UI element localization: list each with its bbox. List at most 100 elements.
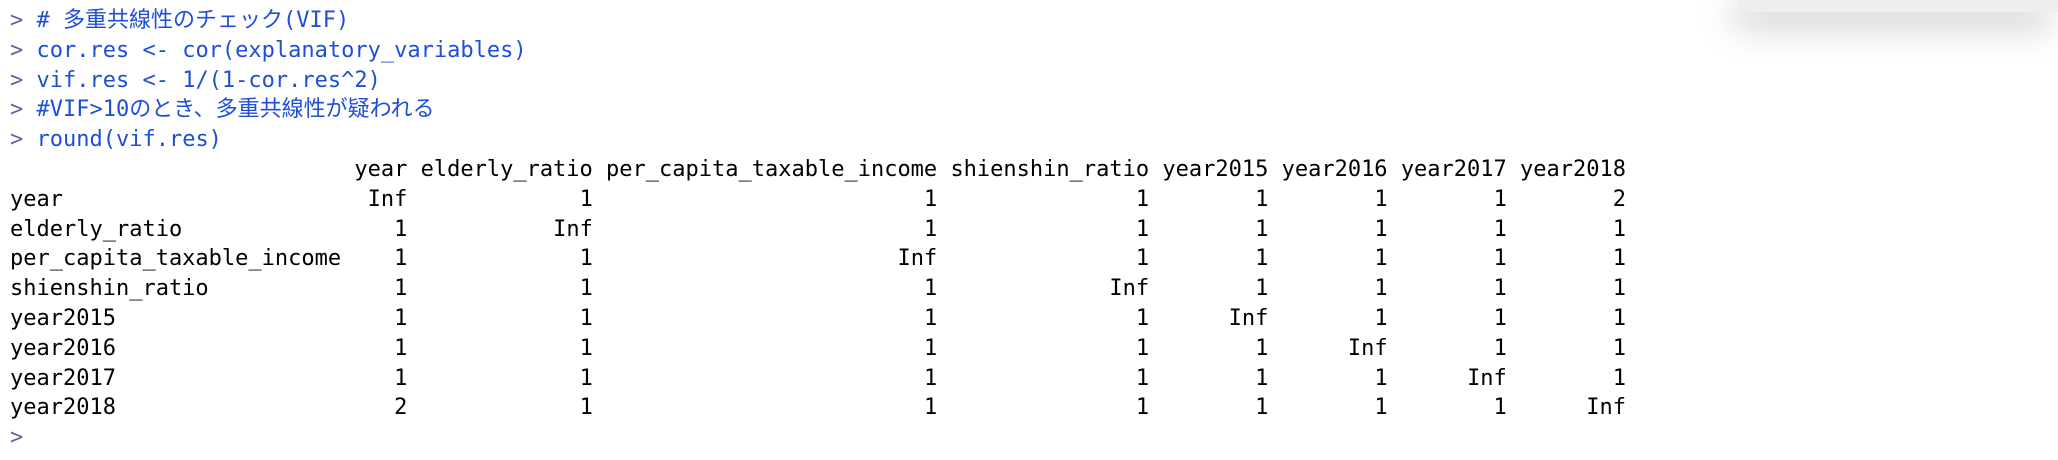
table-cell: 1 [1255,186,1269,212]
table-cell: 1 [1493,395,1507,421]
prompt-symbol: > [10,67,24,93]
command-text: # 多重共線性のチェック(VIF) [36,8,350,33]
table-cell: Inf [1109,276,1150,302]
column-header: year [354,156,408,182]
command-line: > #VIF>10のとき、多重共線性が疑われる [10,95,1710,125]
row-name: year2017 [10,365,116,391]
table-cell: 1 [1493,335,1507,361]
table-cell: 1 [1493,276,1507,302]
table-cell: 1 [394,365,408,391]
table-cell: Inf [553,216,593,242]
prompt-symbol: > [10,97,24,123]
table-cell: 1 [1135,365,1150,391]
command-line: > cor.res <- cor(explanatory_variables) [10,36,1710,66]
column-header: per_capita_taxable_income [606,156,938,182]
row-name: elderly_ratio [10,216,183,242]
table-cell: 1 [1374,216,1388,242]
command-text: cor.res <- cor(explanatory_variables) [36,37,527,63]
table-cell: 1 [394,335,408,361]
column-header: year2016 [1281,156,1388,182]
table-cell: 1 [1255,246,1269,272]
table-cell: 1 [1135,186,1150,212]
row-name: per_capita_taxable_income [10,246,342,272]
table-cell: 1 [1135,246,1150,272]
vif-table-header: year elderly_ratio per_capita_taxable_in… [10,155,1710,185]
empty-prompt-line[interactable]: > [10,423,1710,453]
prompt-symbol: > [10,37,24,63]
column-header: year2018 [1520,156,1626,182]
column-header: elderly_ratio [420,156,593,182]
table-row: year2018 2 1 1 1 1 1 1 Inf [10,393,1710,423]
table-row: shienshin_ratio 1 1 1 Inf 1 1 1 1 [10,274,1710,304]
table-cell: Inf [1228,305,1269,331]
table-cell: 1 [1374,246,1388,272]
row-name: year2015 [10,305,116,331]
r-console[interactable]: > # 多重共線性のチェック(VIF) > cor.res <- cor(exp… [10,6,1710,453]
window-shadow [1738,0,2058,12]
table-cell: 1 [1612,335,1627,361]
table-row: year2016 1 1 1 1 1 Inf 1 1 [10,334,1710,364]
table-cell: 1 [394,246,408,272]
prompt-symbol: > [10,127,24,153]
command-line: > # 多重共線性のチェック(VIF) [10,6,1710,36]
table-cell: 1 [1255,216,1269,242]
table-cell: 1 [1612,365,1627,391]
table-cell: 1 [1493,216,1507,242]
table-cell: 1 [1255,335,1269,361]
column-header: shienshin_ratio [950,156,1150,182]
table-cell: 1 [1493,305,1507,331]
table-row: year Inf 1 1 1 1 1 1 2 [10,185,1710,215]
table-cell: 1 [1612,276,1627,302]
table-cell: 1 [1493,246,1507,272]
table-cell: Inf [1586,395,1627,421]
table-cell: 1 [923,305,938,331]
table-cell: Inf [897,246,938,272]
table-cell: 1 [579,335,593,361]
column-header: year2017 [1400,156,1507,182]
table-cell: 1 [394,305,408,331]
table-cell: 1 [1612,246,1627,272]
table-row: elderly_ratio 1 Inf 1 1 1 1 1 1 [10,215,1710,245]
table-cell: 1 [394,216,408,242]
table-row: year2017 1 1 1 1 1 1 Inf 1 [10,364,1710,394]
table-row: per_capita_taxable_income 1 1 Inf 1 1 1 … [10,244,1710,274]
table-cell: 1 [579,246,593,272]
table-cell: 1 [923,276,938,302]
row-name: shienshin_ratio [10,276,209,302]
table-cell: 2 [394,395,408,421]
table-cell: 1 [1612,216,1627,242]
table-cell: 1 [579,305,593,331]
table-cell: 1 [1135,395,1150,421]
row-name: year [10,186,63,212]
table-cell: 1 [1374,395,1388,421]
table-cell: 1 [394,276,408,302]
table-cell: Inf [367,186,408,212]
command-text: round(vif.res) [36,127,222,153]
table-cell: 1 [1493,186,1507,212]
table-row: year2015 1 1 1 1 Inf 1 1 1 [10,304,1710,334]
table-cell: 1 [1255,276,1269,302]
table-cell: 1 [579,395,593,421]
command-text: vif.res <- 1/(1-cor.res^2) [36,67,381,93]
prompt-symbol: > [10,8,24,33]
table-cell: 1 [923,395,938,421]
vif-table-body: year Inf 1 1 1 1 1 1 2 elderly_ratio 1 In… [10,185,1710,423]
table-cell: 1 [1374,186,1388,212]
table-cell: 1 [579,365,593,391]
row-name: year2018 [10,395,116,421]
table-cell: 1 [1612,305,1627,331]
table-cell: 1 [1135,305,1150,331]
table-cell: 1 [1374,365,1388,391]
table-cell: 1 [923,216,938,242]
header-spacer [10,157,354,182]
column-header: year2015 [1162,156,1269,182]
prompt-symbol: > [10,425,24,451]
table-cell: 1 [1135,216,1150,242]
command-text: #VIF>10のとき、多重共線性が疑われる [36,97,435,123]
table-cell: Inf [1347,335,1388,361]
table-cell: Inf [1467,365,1507,391]
table-cell: 1 [1135,335,1150,361]
table-cell: 1 [923,186,938,212]
table-cell: 1 [923,335,938,361]
table-cell: 1 [579,276,593,302]
